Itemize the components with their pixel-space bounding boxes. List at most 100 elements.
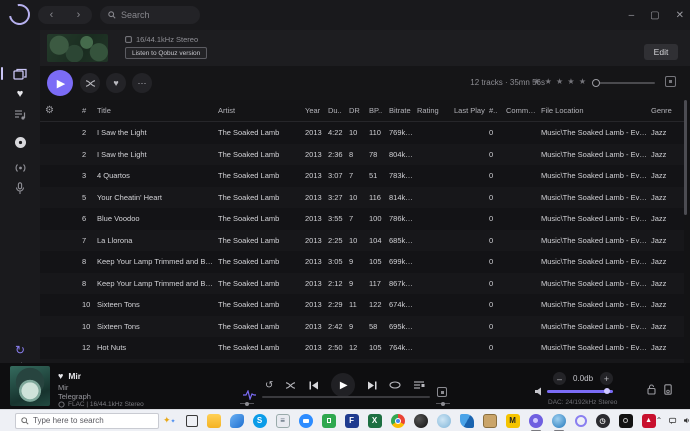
header-dr[interactable]: DR xyxy=(349,106,369,115)
cell-title[interactable]: I Saw the Light xyxy=(97,128,218,137)
qobuz-version-button[interactable]: Listen to Qobuz version xyxy=(125,47,207,59)
gauge-app-icon[interactable]: ◷ xyxy=(596,414,610,428)
f-app-icon[interactable]: F xyxy=(345,414,359,428)
cell-genre[interactable]: Jazz xyxy=(651,128,684,137)
sidebar-item-cd[interactable] xyxy=(0,132,40,152)
forward-button[interactable]: › xyxy=(77,9,81,21)
cell-genre[interactable]: Jazz xyxy=(651,236,684,245)
cell-genre[interactable]: Jazz xyxy=(651,343,684,352)
cell-title[interactable]: Sixteen Tons xyxy=(97,300,218,309)
skype-icon[interactable]: S xyxy=(253,414,267,428)
globe-app-icon[interactable] xyxy=(552,414,566,428)
back-button[interactable]: ‹ xyxy=(50,9,54,21)
cell-artist[interactable]: The Soaked Lamb xyxy=(218,257,305,266)
album-rating-stars[interactable]: ★ ★ ★ ★ ★ xyxy=(533,77,587,86)
device-icon[interactable] xyxy=(664,384,672,395)
header-genre[interactable]: Genre xyxy=(651,106,684,115)
scrollbar-thumb[interactable] xyxy=(684,100,687,215)
more-options-button[interactable]: ··· xyxy=(132,73,152,93)
right-mini-slider[interactable] xyxy=(436,403,450,404)
header-num[interactable]: # xyxy=(82,106,97,115)
tray-chevron-icon[interactable]: ⌃ xyxy=(656,416,663,425)
cell-artist[interactable]: The Soaked Lamb xyxy=(218,171,305,180)
table-row[interactable]: 6 Blue Voodoo The Soaked Lamb 2013 3:55 … xyxy=(40,208,684,230)
cell-genre[interactable]: Jazz xyxy=(651,150,684,159)
sidebar-item-microphone[interactable] xyxy=(0,178,40,198)
tray-speaker-icon[interactable] xyxy=(684,416,690,425)
taskbar-search-input[interactable] xyxy=(33,416,153,425)
secure-app-icon[interactable] xyxy=(322,414,336,428)
unlock-icon[interactable] xyxy=(647,384,656,395)
cell-artist[interactable]: The Soaked Lamb xyxy=(218,343,305,352)
pdf-app-icon[interactable]: ▲ xyxy=(642,414,656,428)
cell-artist[interactable]: The Soaked Lamb xyxy=(218,193,305,202)
cell-title[interactable]: La Llorona xyxy=(97,236,218,245)
table-row[interactable]: 2 I Saw the Light The Soaked Lamb 2013 2… xyxy=(40,144,684,166)
header-last-play[interactable]: Last Play xyxy=(454,106,489,115)
queue-add-button[interactable] xyxy=(665,76,676,87)
history-button[interactable]: ↺ xyxy=(265,380,273,391)
mail-app-icon[interactable] xyxy=(230,414,244,428)
volume-knob[interactable] xyxy=(604,388,610,394)
task-view-icon[interactable] xyxy=(186,415,198,427)
sidebar-item-favorites[interactable]: ♥ xyxy=(0,84,40,104)
cell-genre[interactable]: Jazz xyxy=(651,193,684,202)
cell-title[interactable]: Keep Your Lamp Trimmed and Burning xyxy=(97,279,218,288)
table-row[interactable]: 8 Keep Your Lamp Trimmed and Burning The… xyxy=(40,273,684,295)
app-logo-icon[interactable] xyxy=(5,0,34,29)
zoom-app-icon[interactable] xyxy=(299,414,313,428)
file-explorer-icon[interactable] xyxy=(207,414,221,428)
zone-icon[interactable] xyxy=(437,387,447,397)
excel-icon[interactable]: X xyxy=(368,414,382,428)
volume-up-button[interactable]: + xyxy=(600,372,613,385)
sidebar-item-radio[interactable] xyxy=(0,158,40,178)
header-bitrate[interactable]: Bitrate xyxy=(389,106,417,115)
speaker-icon[interactable] xyxy=(535,387,543,396)
sidebar-item-albums[interactable] xyxy=(0,64,40,84)
cell-title[interactable]: Your Cheatin' Heart xyxy=(97,193,218,202)
rating-slider[interactable] xyxy=(595,82,655,84)
table-settings-gear-icon[interactable]: ⚙ xyxy=(40,105,82,116)
header-duration[interactable]: Du.. xyxy=(328,106,349,115)
header-year[interactable]: Year xyxy=(305,106,328,115)
play-album-button[interactable]: ▶ xyxy=(47,70,73,96)
cell-title[interactable]: Blue Voodoo xyxy=(97,214,218,223)
cell-artist[interactable]: The Soaked Lamb xyxy=(218,128,305,137)
cell-title[interactable]: 4 Quartos xyxy=(97,171,218,180)
cell-genre[interactable]: Jazz xyxy=(651,171,684,180)
cell-artist[interactable]: The Soaked Lamb xyxy=(218,150,305,159)
table-row[interactable]: 10 Sixteen Tons The Soaked Lamb 2013 2:2… xyxy=(40,294,684,316)
cell-genre[interactable]: Jazz xyxy=(651,214,684,223)
slider-knob[interactable] xyxy=(592,79,600,87)
m-app-icon[interactable]: M xyxy=(506,414,520,428)
cell-artist[interactable]: The Soaked Lamb xyxy=(218,279,305,288)
maximize-button[interactable]: ▢ xyxy=(650,10,659,21)
cell-genre[interactable]: Jazz xyxy=(651,279,684,288)
cell-title[interactable]: Keep Your Lamp Trimmed and Burning xyxy=(97,257,218,266)
table-row[interactable]: 5 Your Cheatin' Heart The Soaked Lamb 20… xyxy=(40,187,684,209)
now-playing-artist[interactable]: Mir xyxy=(58,383,68,392)
music-app-icon[interactable] xyxy=(529,414,543,428)
header-file-location[interactable]: File Location xyxy=(541,106,651,115)
cell-genre[interactable]: Jazz xyxy=(651,322,684,331)
header-rating[interactable]: Rating xyxy=(417,106,454,115)
repeat-button[interactable] xyxy=(389,381,401,389)
browser-app-icon[interactable] xyxy=(437,414,451,428)
cell-genre[interactable]: Jazz xyxy=(651,257,684,266)
header-title[interactable]: Title xyxy=(97,106,218,115)
left-mini-slider[interactable] xyxy=(240,403,254,404)
header-plays[interactable]: #.. xyxy=(489,106,506,115)
table-row[interactable]: 7 La Llorona The Soaked Lamb 2013 2:25 1… xyxy=(40,230,684,252)
edit-button[interactable]: Edit xyxy=(644,44,678,60)
search-input[interactable] xyxy=(121,10,191,20)
table-row[interactable]: 8 Keep Your Lamp Trimmed and Burning The… xyxy=(40,251,684,273)
package-app-icon[interactable] xyxy=(483,414,497,428)
notepad-app-icon[interactable]: ≡ xyxy=(276,414,290,428)
chrome-icon[interactable] xyxy=(391,414,405,428)
favorite-album-button[interactable]: ♥ xyxy=(106,73,126,93)
header-artist[interactable]: Artist xyxy=(218,106,305,115)
header-bpm[interactable]: BP.. xyxy=(369,106,389,115)
volume-down-button[interactable]: – xyxy=(553,372,566,385)
album-art-thumbnail[interactable] xyxy=(47,34,108,62)
now-playing-heart-icon[interactable]: ♥ xyxy=(58,371,63,381)
